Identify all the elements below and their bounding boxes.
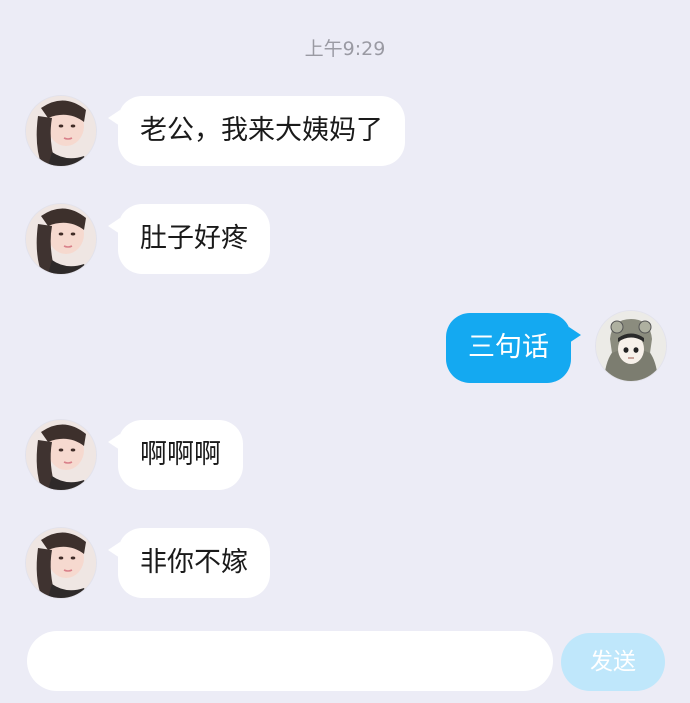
message-bubble[interactable]: 三句话 [446,313,581,383]
message-bubble[interactable]: 老公，我来大姨妈了 [108,96,405,166]
user-avatar[interactable] [596,311,666,381]
send-button[interactable]: 发送 [561,633,665,691]
contact-avatar[interactable] [26,96,96,166]
message-bubble[interactable]: 啊啊啊 [108,420,243,490]
contact-avatar[interactable] [26,528,96,598]
contact-avatar[interactable] [26,204,96,274]
message-input[interactable] [27,631,553,691]
contact-avatar[interactable] [26,420,96,490]
message-bubble[interactable]: 非你不嫁 [108,528,270,598]
message-bubble[interactable]: 肚子好疼 [108,204,270,274]
message-timestamp: 上午9:29 [304,38,386,60]
